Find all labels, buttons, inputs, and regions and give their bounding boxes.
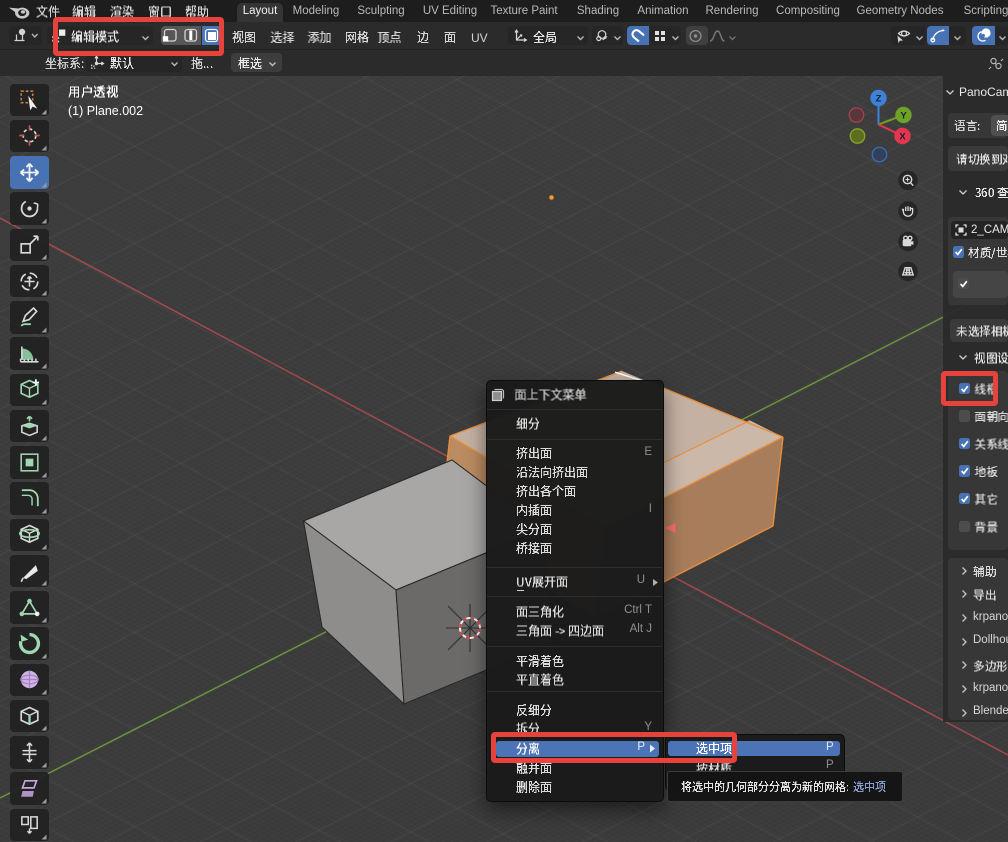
svg-text:X: X [899,131,906,142]
svg-text:Z: Z [876,93,882,104]
svg-text:Y: Y [900,110,907,121]
